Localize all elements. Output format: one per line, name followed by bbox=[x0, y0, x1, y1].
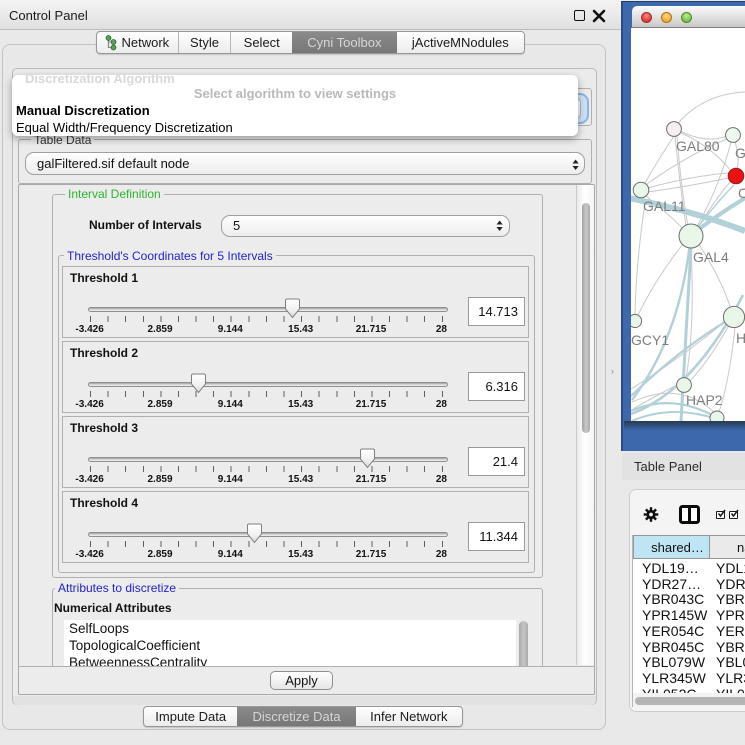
svg-text:GAL80: GAL80 bbox=[676, 138, 720, 154]
svg-text:C: C bbox=[738, 185, 745, 201]
svg-text:GAL4: GAL4 bbox=[693, 249, 729, 265]
svg-text:HAP2: HAP2 bbox=[686, 392, 723, 408]
svg-text:GAL11: GAL11 bbox=[643, 198, 686, 214]
svg-text:H: H bbox=[736, 330, 745, 346]
svg-text:GA: GA bbox=[735, 145, 745, 161]
svg-text:GCY1: GCY1 bbox=[631, 332, 669, 348]
